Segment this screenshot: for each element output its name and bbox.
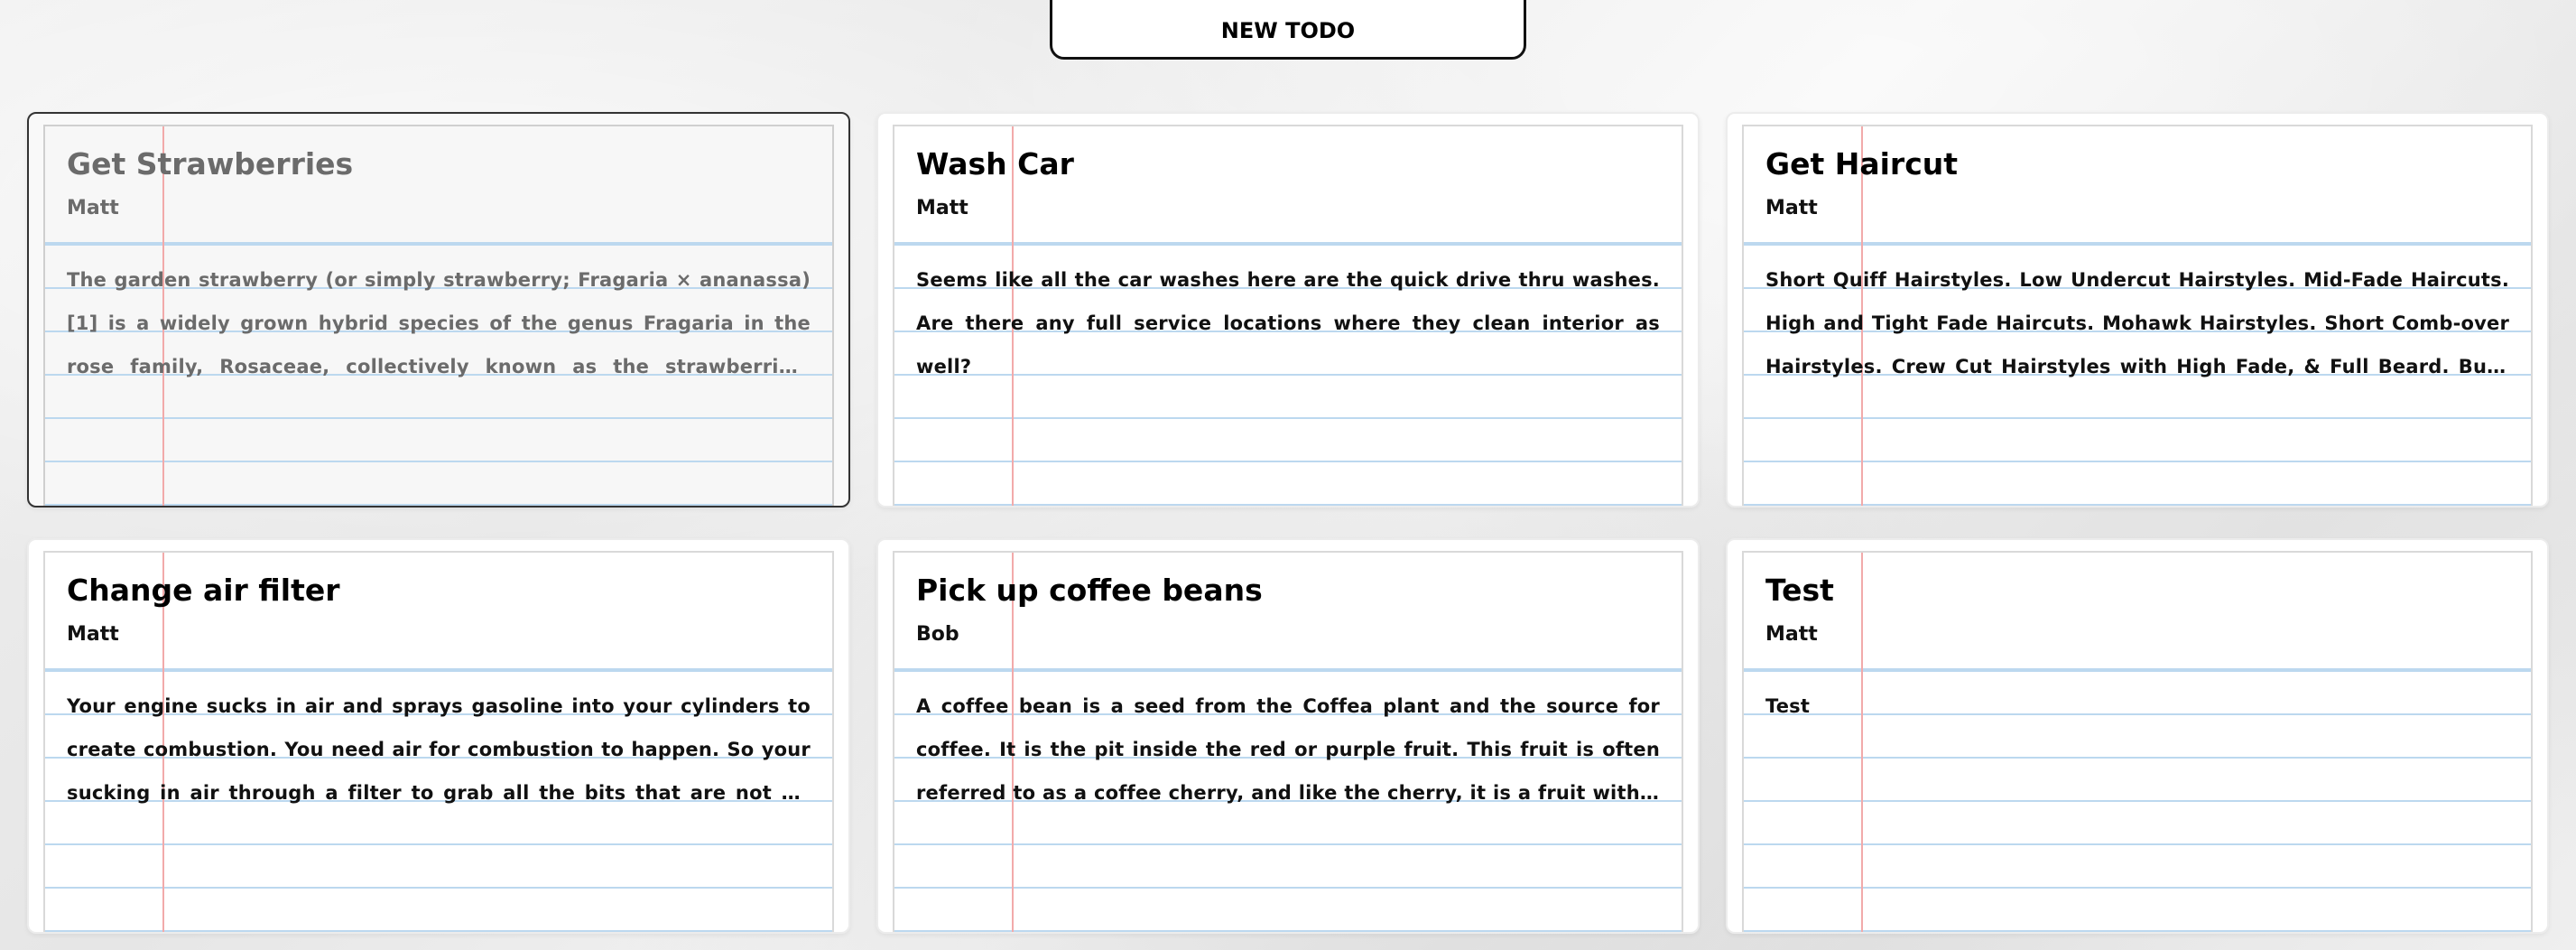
notebook-paper: Get Haircut Matt Short Quiff Hairstyles.… <box>1742 125 2533 506</box>
todo-title: Wash Car <box>916 146 1074 182</box>
todo-card[interactable]: Get Haircut Matt Short Quiff Hairstyles.… <box>1726 112 2549 508</box>
todo-description: The garden strawberry (or simply strawbe… <box>67 269 811 377</box>
margin-line <box>1861 553 1863 932</box>
todo-author: Matt <box>67 197 119 219</box>
notebook-paper: Get Strawberries Matt The garden strawbe… <box>43 125 834 506</box>
todo-description: Test <box>1765 695 1811 717</box>
todo-card[interactable]: Get Strawberries Matt The garden strawbe… <box>27 112 850 508</box>
todo-description: Seems like all the car washes here are t… <box>916 269 1660 377</box>
todo-description: A coffee bean is a seed from the Coffea … <box>916 695 1660 804</box>
todo-description: Your engine sucks in air and sprays gaso… <box>67 695 811 804</box>
new-todo-button[interactable]: NEW TODO <box>1050 0 1526 60</box>
todo-author: Matt <box>916 197 968 219</box>
notebook-paper: Pick up coffee beans Bob A coffee bean i… <box>893 551 1683 932</box>
todo-card[interactable]: Change air filter Matt Your engine sucks… <box>27 538 850 934</box>
todo-card[interactable]: Test Matt Test <box>1726 538 2549 934</box>
todo-title: Change air filter <box>67 573 340 608</box>
notebook-paper: Wash Car Matt Seems like all the car was… <box>893 125 1683 506</box>
todo-author: Matt <box>1765 197 1818 219</box>
todo-author: Matt <box>1765 623 1818 646</box>
todo-author: Bob <box>916 623 959 646</box>
notebook-paper: Test Matt Test <box>1742 551 2533 932</box>
todo-card[interactable]: Wash Car Matt Seems like all the car was… <box>876 112 1700 508</box>
todo-card[interactable]: Pick up coffee beans Bob A coffee bean i… <box>876 538 1700 934</box>
todo-description: Short Quiff Hairstyles. Low Undercut Hai… <box>1765 269 2509 377</box>
todo-grid: Get Strawberries Matt The garden strawbe… <box>27 112 2549 934</box>
notebook-paper: Change air filter Matt Your engine sucks… <box>43 551 834 932</box>
todo-title: Get Strawberries <box>67 146 354 182</box>
todo-title: Get Haircut <box>1765 146 1959 182</box>
todo-title: Test <box>1765 573 1834 608</box>
todo-author: Matt <box>67 623 119 646</box>
todo-title: Pick up coffee beans <box>916 573 1263 608</box>
